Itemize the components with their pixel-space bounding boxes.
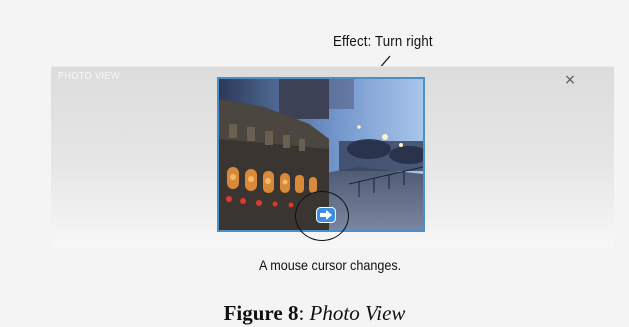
caption-separator: : bbox=[298, 301, 310, 325]
figure-caption: Figure 8: Photo View bbox=[0, 301, 629, 326]
figure-title: Photo View bbox=[309, 301, 406, 325]
effect-annotation: Effect: Turn right bbox=[333, 33, 433, 50]
cursor-annotation: A mouse cursor changes. bbox=[259, 257, 402, 273]
figure-label: Figure 8 bbox=[223, 301, 299, 325]
viewer-title: PHOTO VIEW bbox=[58, 71, 120, 82]
cursor-highlight-circle bbox=[295, 191, 349, 241]
close-button[interactable]: × bbox=[563, 73, 577, 87]
